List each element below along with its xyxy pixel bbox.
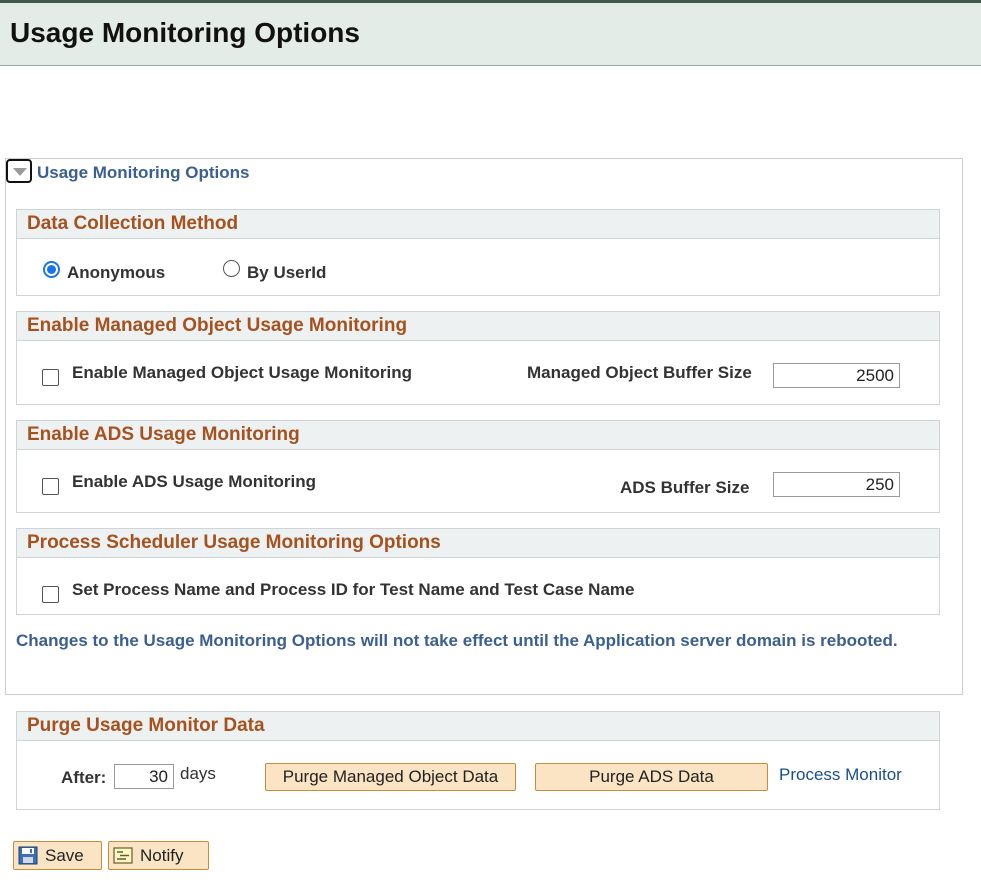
purge-after-days-input[interactable]: 30	[114, 764, 174, 789]
days-label: days	[180, 764, 216, 783]
notify-note-icon	[113, 847, 133, 864]
save-label: Save	[45, 846, 84, 865]
by-userid-radio[interactable]	[223, 260, 240, 277]
enable-ads-label[interactable]: Enable ADS Usage Monitoring	[72, 472, 316, 492]
purge-section: Purge Usage Monitor Data	[16, 711, 940, 810]
group-title[interactable]: Usage Monitoring Options	[37, 163, 250, 183]
ads-buffer-input[interactable]: 250	[773, 472, 900, 497]
managed-object-section: Enable Managed Object Usage Monitoring	[16, 311, 940, 405]
enable-managed-object-checkbox[interactable]	[42, 369, 59, 386]
section-title: Enable Managed Object Usage Monitoring	[27, 315, 408, 336]
managed-object-buffer-label: Managed Object Buffer Size	[527, 363, 752, 382]
notify-button[interactable]: Notify	[108, 841, 209, 870]
section-title: Data Collection Method	[27, 213, 239, 234]
section-title: Purge Usage Monitor Data	[27, 715, 265, 736]
notify-label: Notify	[140, 846, 184, 865]
floppy-disk-icon	[18, 846, 38, 865]
section-header: Data Collection Method	[17, 210, 939, 239]
reboot-note: Changes to the Usage Monitoring Options …	[16, 631, 898, 650]
ads-buffer-label: ADS Buffer Size	[620, 478, 750, 497]
enable-managed-object-label[interactable]: Enable Managed Object Usage Monitoring	[72, 363, 412, 383]
section-header: Purge Usage Monitor Data	[17, 712, 939, 741]
process-scheduler-section: Process Scheduler Usage Monitoring Optio…	[16, 528, 940, 615]
managed-object-buffer-input[interactable]: 2500	[773, 363, 900, 388]
collapse-toggle-button[interactable]	[6, 159, 32, 183]
set-process-name-label[interactable]: Set Process Name and Process ID for Test…	[72, 580, 635, 600]
page-title: Usage Monitoring Options	[10, 17, 360, 48]
collapse-triangle-icon	[13, 168, 27, 176]
ads-section: Enable ADS Usage Monitoring	[16, 420, 940, 513]
process-monitor-link[interactable]: Process Monitor	[779, 765, 902, 785]
header-accent-line	[0, 0, 981, 3]
section-header: Enable Managed Object Usage Monitoring	[17, 312, 939, 341]
set-process-name-checkbox[interactable]	[42, 586, 59, 603]
enable-ads-checkbox[interactable]	[42, 478, 59, 495]
purge-ads-button[interactable]: Purge ADS Data	[535, 763, 768, 791]
purge-managed-object-button[interactable]: Purge Managed Object Data	[265, 763, 516, 791]
after-label: After:	[61, 768, 107, 787]
page-header: Usage Monitoring Options	[0, 0, 981, 66]
section-header: Enable ADS Usage Monitoring	[17, 421, 939, 450]
section-title: Process Scheduler Usage Monitoring Optio…	[27, 532, 441, 553]
anonymous-radio[interactable]	[43, 261, 60, 278]
section-title: Enable ADS Usage Monitoring	[27, 424, 300, 445]
by-userid-label[interactable]: By UserId	[247, 263, 326, 283]
section-header: Process Scheduler Usage Monitoring Optio…	[17, 529, 939, 558]
save-button[interactable]: Save	[13, 841, 102, 870]
anonymous-label[interactable]: Anonymous	[67, 263, 165, 283]
